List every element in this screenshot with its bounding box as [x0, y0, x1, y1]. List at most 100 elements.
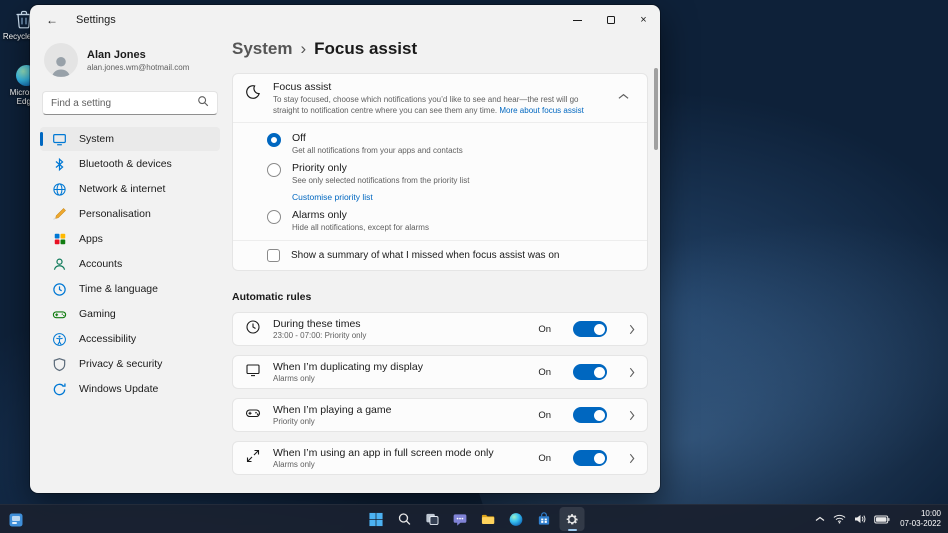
taskbar-search-button[interactable]: [392, 507, 417, 531]
summary-checkbox-row[interactable]: Show a summary of what I missed when foc…: [233, 240, 647, 270]
sidebar-item-system[interactable]: System: [40, 127, 220, 151]
chevron-right-icon[interactable]: [629, 324, 635, 335]
task-view-icon: [426, 513, 439, 525]
search-input[interactable]: [51, 97, 197, 109]
sidebar-item-time-language[interactable]: Time & language: [40, 277, 220, 301]
close-button[interactable]: ×: [627, 5, 660, 35]
rule-text: When I’m playing a game Priority only: [273, 404, 526, 427]
clock-icon: [245, 319, 261, 340]
chat-button[interactable]: [448, 507, 473, 531]
toggle-switch[interactable]: [573, 407, 607, 424]
rule-full-screen-app[interactable]: When I’m using an app in full screen mod…: [232, 441, 648, 476]
radio-icon[interactable]: [267, 210, 281, 225]
game-controller-icon: [245, 405, 261, 426]
sidebar-item-personalisation[interactable]: Personalisation: [40, 202, 220, 226]
clock-date: 07-03-2022: [900, 519, 941, 528]
sidebar-item-gaming[interactable]: Gaming: [40, 302, 220, 326]
scrollbar[interactable]: [654, 41, 658, 487]
back-button[interactable]: ←: [38, 9, 66, 31]
toggle-knob: [593, 323, 605, 335]
apps-grid-icon: [52, 232, 67, 247]
radio-icon[interactable]: [267, 163, 281, 178]
page-title: Focus assist: [314, 39, 418, 58]
option-description: See only selected notifications from the…: [292, 176, 470, 186]
user-name: Alan Jones: [87, 48, 146, 61]
desktop: Recycle Bin Microsoft Edge ← Settings × …: [0, 0, 948, 533]
battery-icon[interactable]: [874, 515, 890, 524]
customise-priority-list-link[interactable]: Customise priority list: [292, 192, 469, 202]
rule-subtitle: Priority only: [273, 417, 315, 427]
breadcrumb-parent[interactable]: System: [232, 39, 292, 59]
sidebar-item-accessibility[interactable]: Accessibility: [40, 327, 220, 351]
shield-icon: [52, 357, 67, 372]
sidebar-item-label: Personalisation: [79, 208, 151, 220]
toggle-state-label: On: [538, 323, 551, 335]
more-about-focus-assist-link[interactable]: More about focus assist: [499, 106, 583, 115]
sidebar-item-bluetooth-devices[interactable]: Bluetooth & devices: [40, 152, 220, 176]
minimize-button[interactable]: [561, 5, 594, 35]
settings-button-active[interactable]: [559, 507, 585, 531]
sidebar-item-label: Windows Update: [79, 383, 159, 395]
rule-playing-game[interactable]: When I’m playing a game Priority only On: [232, 398, 648, 433]
volume-icon[interactable]: [854, 514, 866, 524]
sidebar-item-accounts[interactable]: Accounts: [40, 252, 220, 276]
sidebar-item-windows-update[interactable]: Windows Update: [40, 377, 220, 401]
radio-selected-icon[interactable]: [267, 133, 281, 148]
chevron-right-icon[interactable]: [629, 410, 635, 421]
sidebar-item-label: Bluetooth & devices: [79, 158, 172, 170]
toggle-switch[interactable]: [573, 450, 607, 467]
user-account[interactable]: Alan Jones alan.jones.wm@hotmail.com: [40, 39, 220, 81]
option-description: Hide all notifications, except for alarm…: [292, 223, 429, 233]
edge-button[interactable]: [504, 507, 529, 531]
rule-during-these-times[interactable]: During these times 23:00 - 07:00: Priori…: [232, 312, 648, 347]
windows-start-icon: [369, 512, 383, 526]
taskbar-clock[interactable]: 10:00 07-03-2022: [900, 509, 941, 530]
scrollbar-thumb[interactable]: [654, 68, 658, 150]
sidebar-item-label: Network & internet: [79, 183, 166, 195]
search-box[interactable]: [42, 91, 218, 115]
checkbox-icon[interactable]: [267, 249, 280, 263]
sidebar-item-network-internet[interactable]: Network & internet: [40, 177, 220, 201]
rule-subtitle: Alarms only: [273, 374, 315, 384]
bluetooth-icon: [52, 157, 67, 172]
globe-icon: [52, 182, 67, 197]
chevron-right-icon[interactable]: [629, 367, 635, 378]
rule-title: During these times: [273, 317, 361, 330]
taskbar-corner-widget-button[interactable]: [7, 511, 24, 528]
rule-duplicating-display[interactable]: When I’m duplicating my display Alarms o…: [232, 355, 648, 390]
wifi-icon[interactable]: [833, 514, 846, 524]
tray-chevron-up-icon[interactable]: [815, 516, 825, 522]
rule-title: When I’m duplicating my display: [273, 360, 423, 373]
sidebar-item-apps[interactable]: Apps: [40, 227, 220, 251]
accessibility-icon: [52, 332, 67, 347]
option-label: Priority only: [292, 162, 347, 175]
focus-assist-card: Focus assist To stay focused, choose whi…: [232, 73, 648, 272]
avatar: [44, 43, 78, 77]
sidebar-item-label: Accounts: [79, 258, 123, 270]
toggle-state-label: On: [538, 452, 551, 464]
file-explorer-button[interactable]: [476, 507, 501, 531]
chevron-right-icon[interactable]: [629, 453, 635, 464]
focus-assist-header[interactable]: Focus assist To stay focused, choose whi…: [233, 74, 647, 122]
microsoft-store-button[interactable]: [532, 507, 557, 531]
chevron-up-icon[interactable]: [612, 87, 635, 105]
toggle-switch[interactable]: [573, 321, 607, 338]
window-title: Settings: [76, 14, 116, 26]
sidebar-item-label: Gaming: [79, 308, 116, 320]
system-icon: [52, 132, 67, 147]
option-label: Off: [292, 132, 306, 145]
gear-icon: [566, 513, 578, 524]
start-button[interactable]: [364, 507, 389, 531]
focus-assist-description: To stay focused, choose which notificati…: [273, 95, 600, 116]
rule-text: During these times 23:00 - 07:00: Priori…: [273, 318, 526, 341]
option-priority-only[interactable]: Priority only See only selected notifica…: [267, 155, 635, 202]
close-icon: ×: [640, 14, 647, 26]
toggle-switch[interactable]: [573, 364, 607, 381]
update-icon: [52, 382, 67, 397]
task-view-button[interactable]: [420, 507, 445, 531]
option-alarms-only[interactable]: Alarms only Hide all notifications, exce…: [267, 202, 635, 232]
maximize-button[interactable]: [594, 5, 627, 35]
toggle-knob: [593, 452, 605, 464]
sidebar-item-privacy-security[interactable]: Privacy & security: [40, 352, 220, 376]
option-off[interactable]: Off Get all notifications from your apps…: [267, 125, 635, 155]
